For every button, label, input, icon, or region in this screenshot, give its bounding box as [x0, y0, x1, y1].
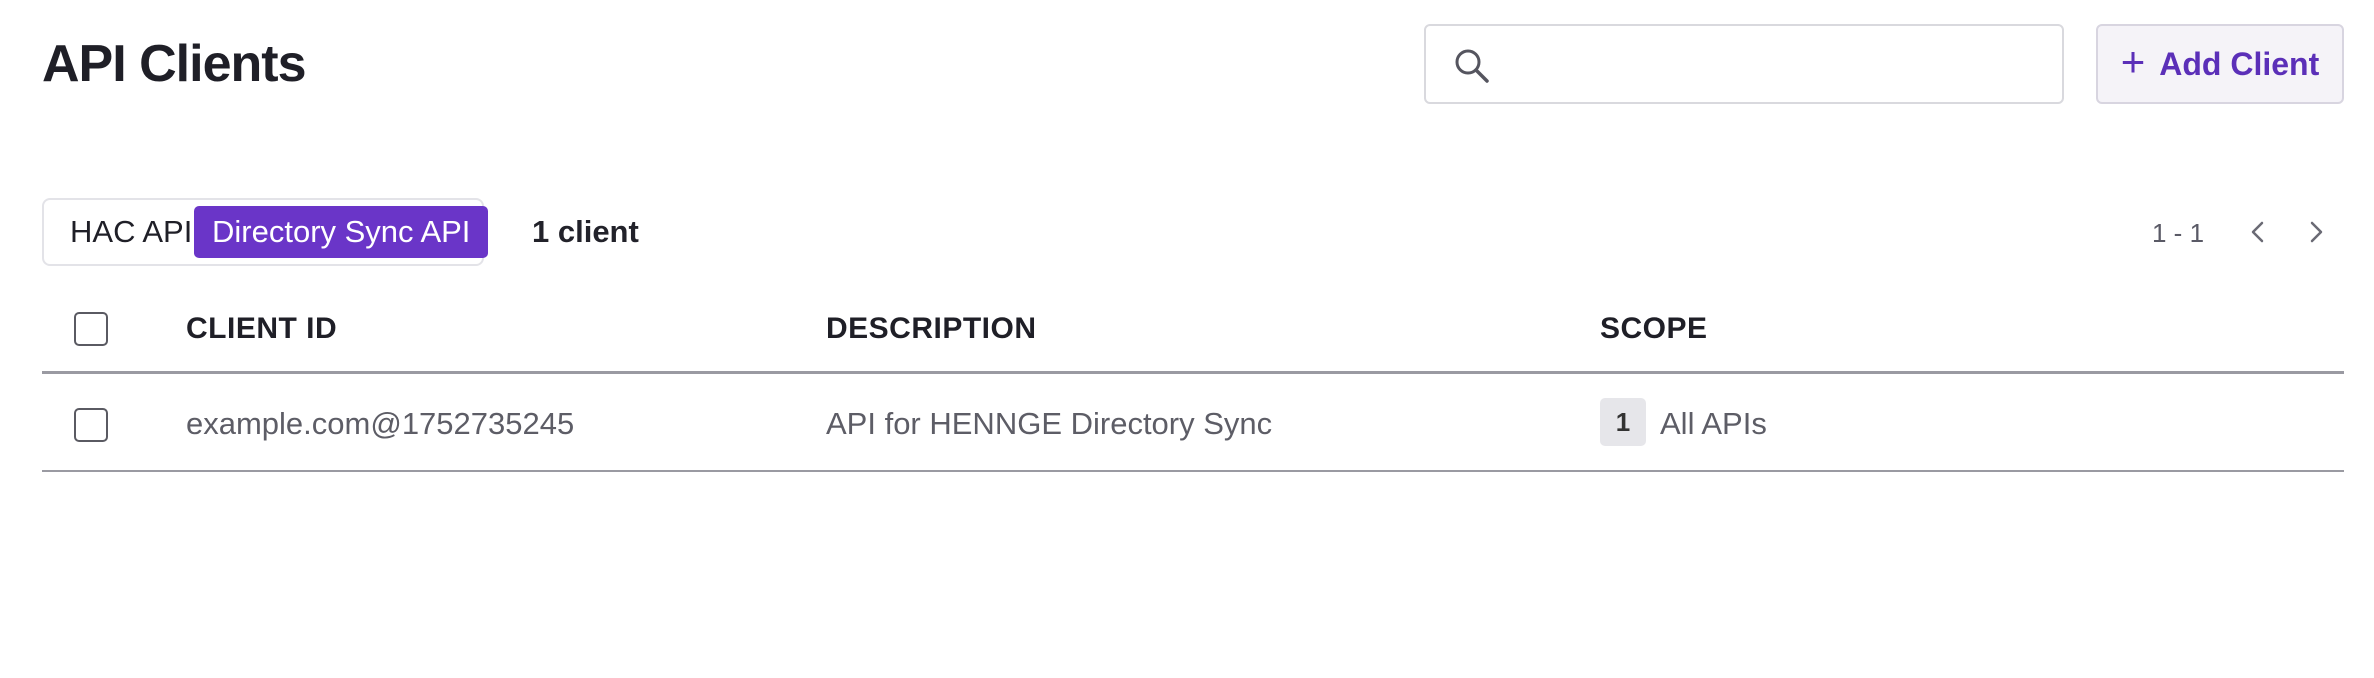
scope-count-badge: 1 — [1600, 398, 1646, 446]
plus-icon: + — [2120, 38, 2146, 85]
tab-directory-sync-api[interactable]: Directory Sync API — [194, 206, 489, 258]
add-client-button[interactable]: + Add Client — [2096, 24, 2344, 104]
api-clients-page: API Clients + Add Client HAC API Directo… — [0, 0, 2374, 678]
search-input[interactable] — [1506, 26, 2046, 102]
select-all-checkbox[interactable] — [74, 312, 108, 346]
description-cell: API for HENNGE Directory Sync — [826, 406, 1273, 441]
chevron-right-icon[interactable] — [2298, 214, 2334, 250]
client-count: 1 client — [532, 214, 639, 249]
tab-hac-api[interactable]: HAC API — [54, 206, 208, 258]
scope-label-cell: All APIs — [1660, 406, 1767, 441]
table-row[interactable]: example.com@1752735245 API for HENNGE Di… — [42, 374, 2344, 472]
search-icon — [1452, 46, 1492, 86]
column-header-scope[interactable]: SCOPE — [1600, 312, 1708, 346]
api-tab-group: HAC API Directory Sync API — [42, 198, 489, 266]
column-header-client-id[interactable]: CLIENT ID — [186, 312, 337, 346]
row-checkbox[interactable] — [74, 408, 108, 442]
add-client-label: Add Client — [2159, 45, 2320, 82]
client-id-cell[interactable]: example.com@1752735245 — [186, 406, 574, 442]
column-header-description[interactable]: DESCRIPTION — [826, 312, 1037, 346]
table-header: CLIENT ID DESCRIPTION SCOPE — [42, 292, 2344, 374]
page-title: API Clients — [42, 35, 306, 93]
pagination-range: 1 - 1 — [2152, 218, 2205, 248]
search-box[interactable] — [1424, 24, 2064, 104]
chevron-left-icon[interactable] — [2240, 214, 2276, 250]
